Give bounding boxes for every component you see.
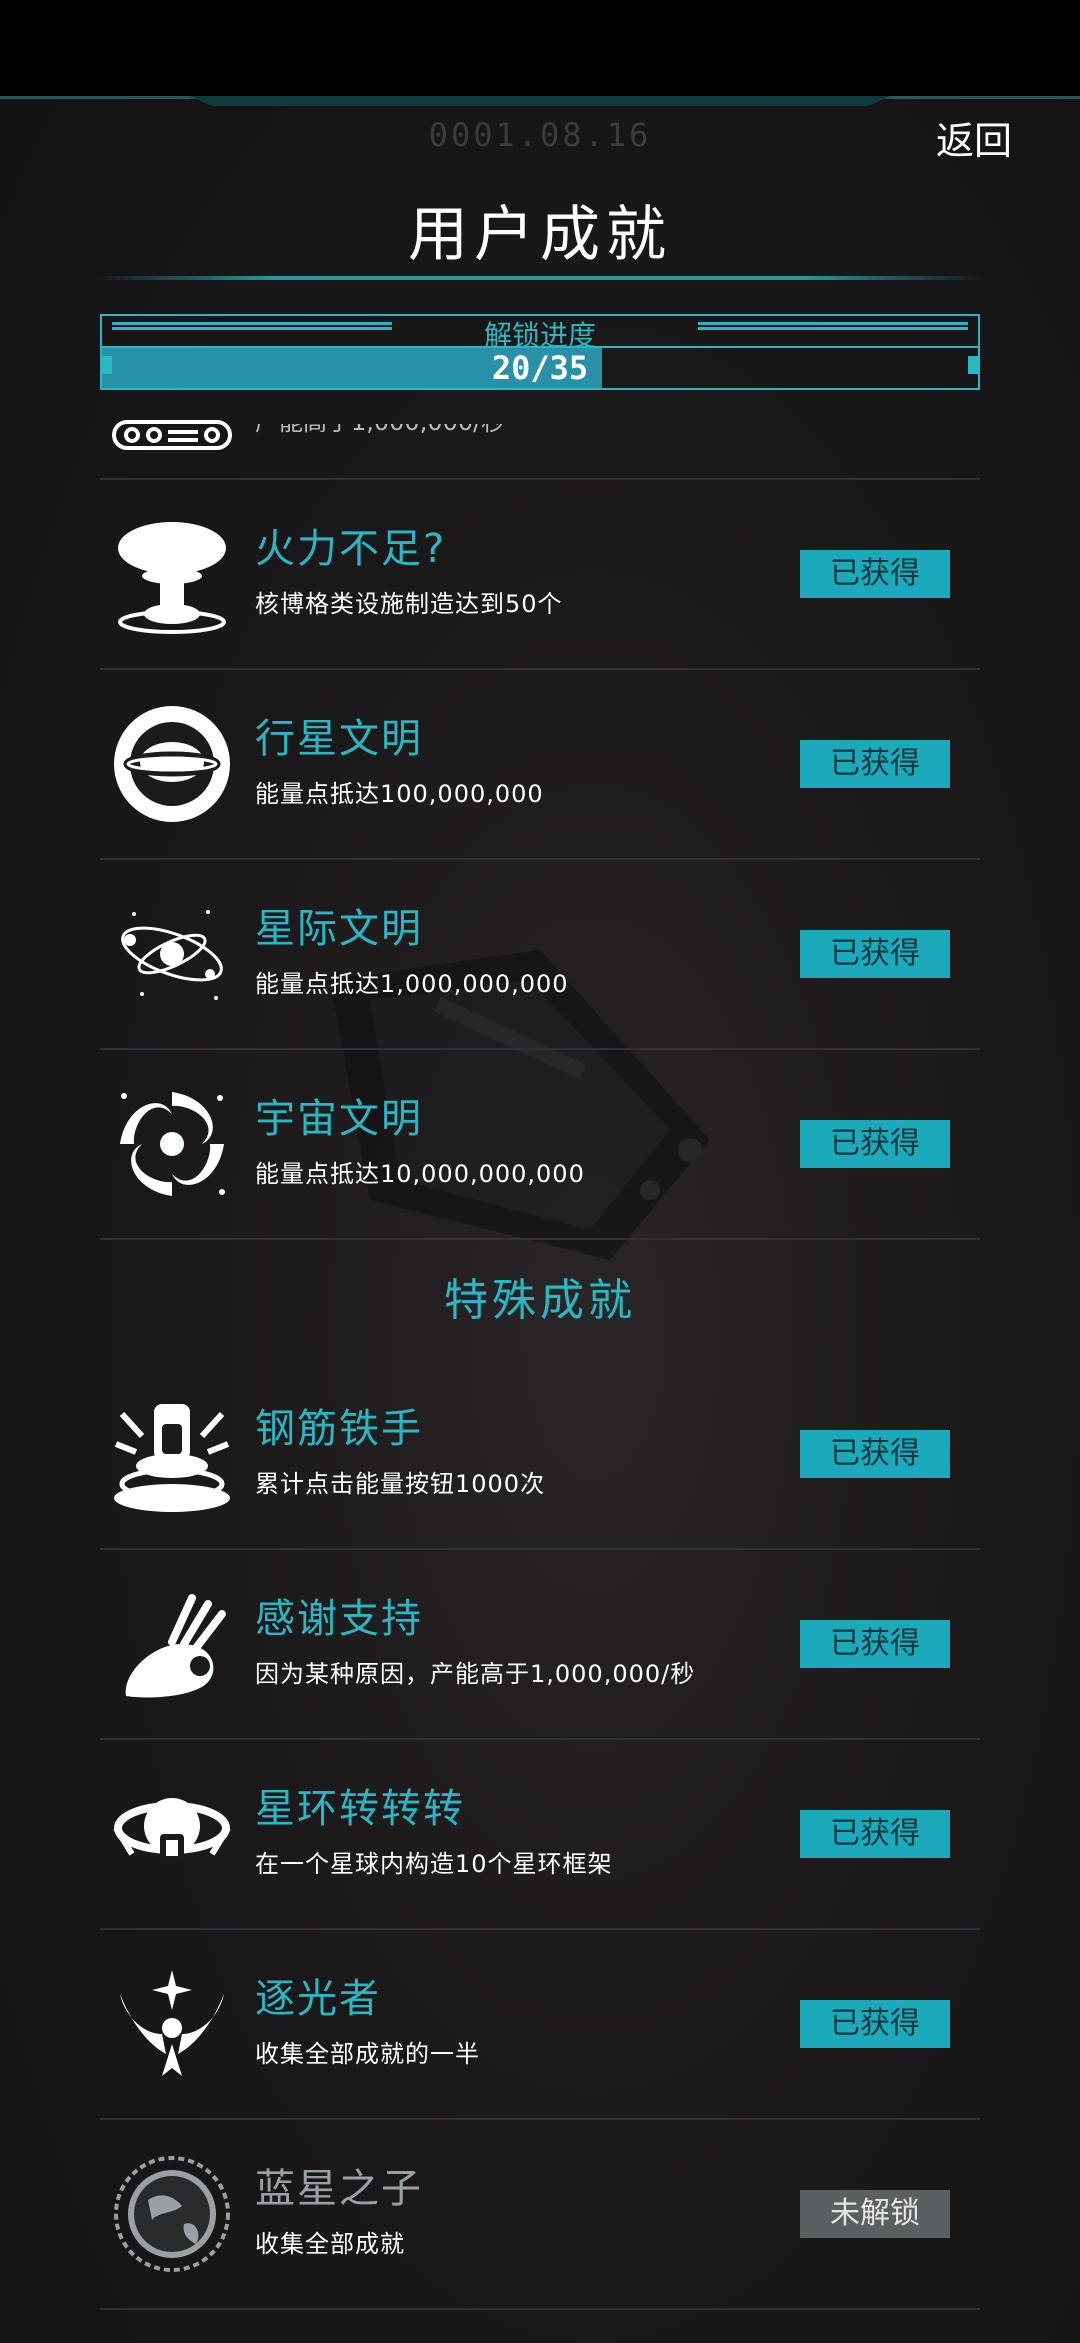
achievement-row: 钢筋铁手累计点击能量按钮1000次 已获得 (100, 1360, 980, 1550)
achievement-row: 逐光者收集全部成就的一半 已获得 (100, 1930, 980, 2120)
achievement-row: 蓝星之子收集全部成就 未解锁 (100, 2120, 980, 2310)
section-title-special: 特殊成就 (444, 1275, 636, 1326)
button-press-icon (114, 1404, 230, 1512)
achievement-status-badge[interactable]: 已获得 (800, 1620, 950, 1668)
achievement-status-badge[interactable]: 已获得 (800, 740, 950, 788)
achievement-desc: 能量点抵达10,000,000,000 (255, 1160, 585, 1188)
achievement-name: 钢筋铁手 (255, 1406, 423, 1452)
unlock-progress: 解锁进度 20/35 (100, 314, 980, 390)
achievement-list[interactable]: 产能高于1,000,000/秒 火力不足? 核博格类设施制造达到50个 已获得 行星文… (100, 400, 980, 2340)
partial-desc: 产能高于1,000,000/秒 (255, 408, 506, 436)
achievement-row: 星环转转转在一个星球内构造10个星环框架 已获得 (100, 1740, 980, 1930)
progress-count: 20/35 (491, 349, 589, 387)
achievement-status-badge[interactable]: 已获得 (800, 2000, 950, 2048)
achievement-desc: 核博格类设施制造达到50个 (255, 590, 563, 618)
planet-icon (114, 706, 230, 822)
achievement-row: 火力不足? 核博格类设施制造达到50个 已获得 (100, 480, 980, 670)
achievement-name: 逐光者 (255, 1976, 381, 2022)
achievement-desc: 因为某种原因，产能高于1,000,000/秒 (255, 1660, 696, 1688)
top-frame (0, 96, 1080, 110)
achievement-status-badge[interactable]: 已获得 (800, 1430, 950, 1478)
achievement-name: 行星文明 (255, 716, 423, 762)
achievement-desc: 累计点击能量按钮1000次 (255, 1470, 546, 1498)
achievement-name: 星环转转转 (255, 1786, 465, 1832)
mushroom-cloud-icon (118, 522, 226, 634)
achievement-desc: 能量点抵达1,000,000,000 (255, 970, 569, 998)
achievement-status-badge[interactable]: 已获得 (800, 550, 950, 598)
achievement-name: 蓝星之子 (255, 2166, 423, 2212)
earth-emblem-icon (114, 2156, 230, 2272)
achievement-status-badge[interactable]: 已获得 (800, 1810, 950, 1858)
ok-hand-icon (125, 1594, 226, 1698)
achievement-desc: 收集全部成就的一半 (255, 2040, 480, 2068)
achievement-row: 宇宙文明能量点抵达10,000,000,000 已获得 (100, 1050, 980, 1240)
achievement-row: 感谢支持因为某种原因，产能高于1,000,000/秒 已获得 (100, 1550, 980, 1740)
achievement-name: 宇宙文明 (255, 1096, 423, 1142)
solar-system-icon (121, 910, 223, 1000)
achievement-name: 感谢支持 (255, 1596, 423, 1642)
progress-track: 20/35 (102, 346, 978, 388)
achievement-status-badge[interactable]: 未解锁 (800, 2190, 950, 2238)
winged-star-icon (120, 1970, 224, 2076)
achievement-status-badge[interactable]: 已获得 (800, 930, 950, 978)
achievement-row: 星际文明能量点抵达1,000,000,000 已获得 (100, 860, 980, 1050)
achievement-desc: 在一个星球内构造10个星环框架 (255, 1850, 613, 1878)
date-display: 0001.08.16 (428, 116, 652, 154)
achievement-desc: 能量点抵达100,000,000 (255, 780, 544, 808)
back-button[interactable]: 返回 (936, 110, 1012, 165)
achievement-desc: 收集全部成就 (255, 2230, 405, 2258)
title-divider (95, 276, 985, 280)
ring-station-icon (113, 1798, 231, 1862)
achievement-name: 火力不足? (255, 526, 447, 572)
list-item-partial: 产能高于1,000,000/秒 (100, 400, 980, 480)
galaxy-icon (120, 1092, 225, 1196)
achievement-row: 行星文明能量点抵达100,000,000 已获得 (100, 670, 980, 860)
page-title: 用户成就 (408, 200, 672, 270)
belt-icon (112, 420, 232, 450)
achievement-name: 星际文明 (255, 906, 423, 952)
achievement-status-badge[interactable]: 已获得 (800, 1120, 950, 1168)
